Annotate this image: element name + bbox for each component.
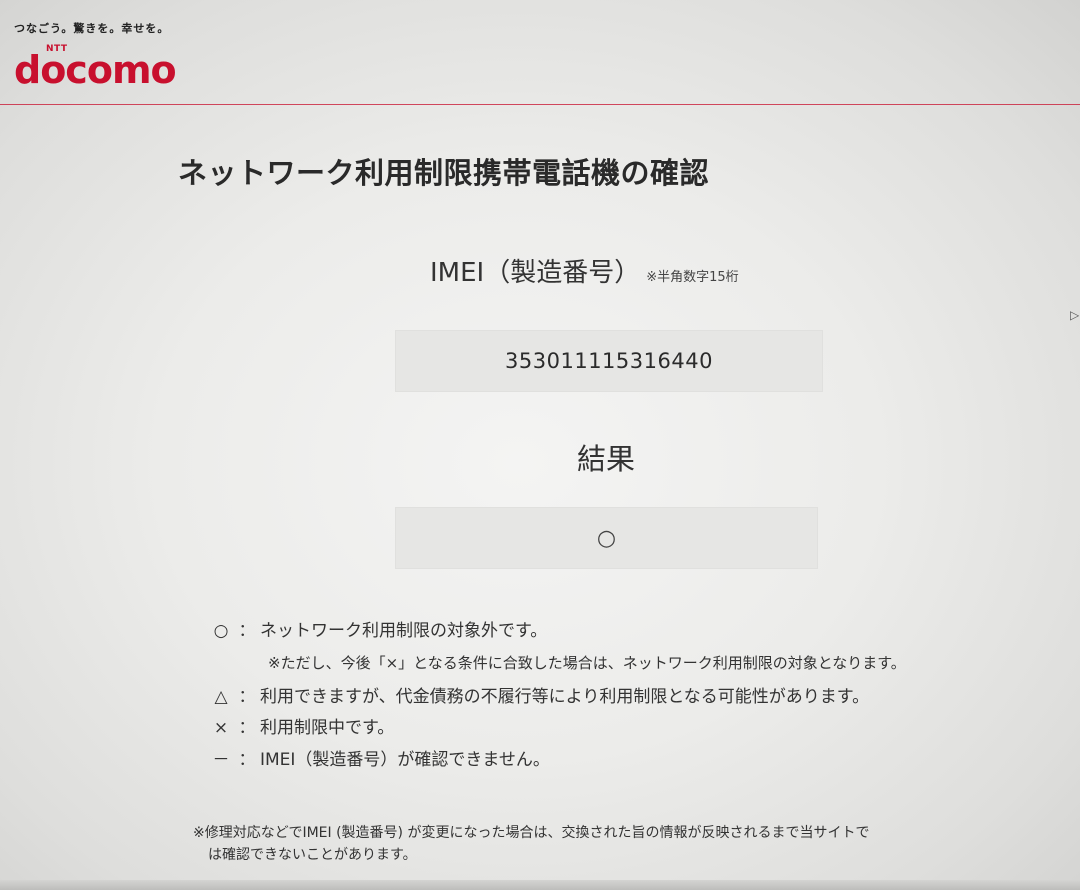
result-value-field: ○	[395, 507, 818, 569]
legend-colon: ：	[238, 718, 256, 738]
result-symbol: ○	[596, 525, 617, 551]
imei-label-row: IMEI（製造番号） ※半角数字15桁	[430, 252, 739, 289]
imei-change-footnote: ※修理対応などでIMEI (製造番号) が変更になった場合は、交換された旨の情報…	[193, 822, 1023, 866]
header-divider	[0, 104, 1080, 105]
legend-colon: ：	[238, 621, 256, 641]
legend-circle-subnote: ※ただし、今後「×」となる条件に合致した場合は、ネットワーク利用制限の対象となり…	[268, 654, 906, 672]
legend-item-cross: × ：利用制限中です。	[208, 713, 394, 738]
scroll-arrow-icon[interactable]: ▷	[1070, 308, 1079, 322]
legend-symbol: △	[214, 687, 228, 707]
legend-colon: ：	[238, 687, 256, 707]
legend-text: IMEI（製造番号）が確認できません。	[260, 750, 550, 770]
legend-symbol: ○	[213, 621, 229, 641]
legend-item-circle: ○ ：ネットワーク利用制限の対象外です。	[208, 616, 548, 641]
site-header: つなごう。驚きを。幸せを。 NTT docomo	[0, 0, 1080, 108]
legend-text: ネットワーク利用制限の対象外です。	[260, 621, 548, 641]
legend-item-triangle: △ ：利用できますが、代金債務の不履行等により利用制限となる可能性があります。	[208, 682, 869, 707]
result-label: 結果	[577, 442, 636, 476]
brand-tagline: つなごう。驚きを。幸せを。	[14, 22, 170, 35]
logo-wordmark: docomo	[14, 48, 177, 92]
imei-value-field: 353011115316440	[395, 330, 823, 392]
legend-colon: ：	[238, 750, 256, 770]
screen-bottom-edge	[0, 880, 1080, 890]
imei-label: IMEI（製造番号）	[430, 258, 641, 288]
footnote-line-2: は確認できないことがあります。	[208, 847, 417, 863]
page-title: ネットワーク利用制限携帯電話機の確認	[178, 156, 710, 190]
legend-text: 利用制限中です。	[260, 718, 395, 738]
footnote-line-1: ※修理対応などでIMEI (製造番号) が変更になった場合は、交換された旨の情報…	[193, 825, 870, 841]
legend-item-dash: － ： IMEI（製造番号）が確認できません。	[208, 745, 550, 770]
legend-symbol: －	[212, 750, 230, 770]
legend-symbol: ×	[213, 718, 229, 738]
imei-value: 353011115316440	[505, 349, 713, 373]
legend-text: 利用できますが、代金債務の不履行等により利用制限となる可能性があります。	[260, 687, 870, 707]
imei-format-note: ※半角数字15桁	[646, 270, 739, 285]
